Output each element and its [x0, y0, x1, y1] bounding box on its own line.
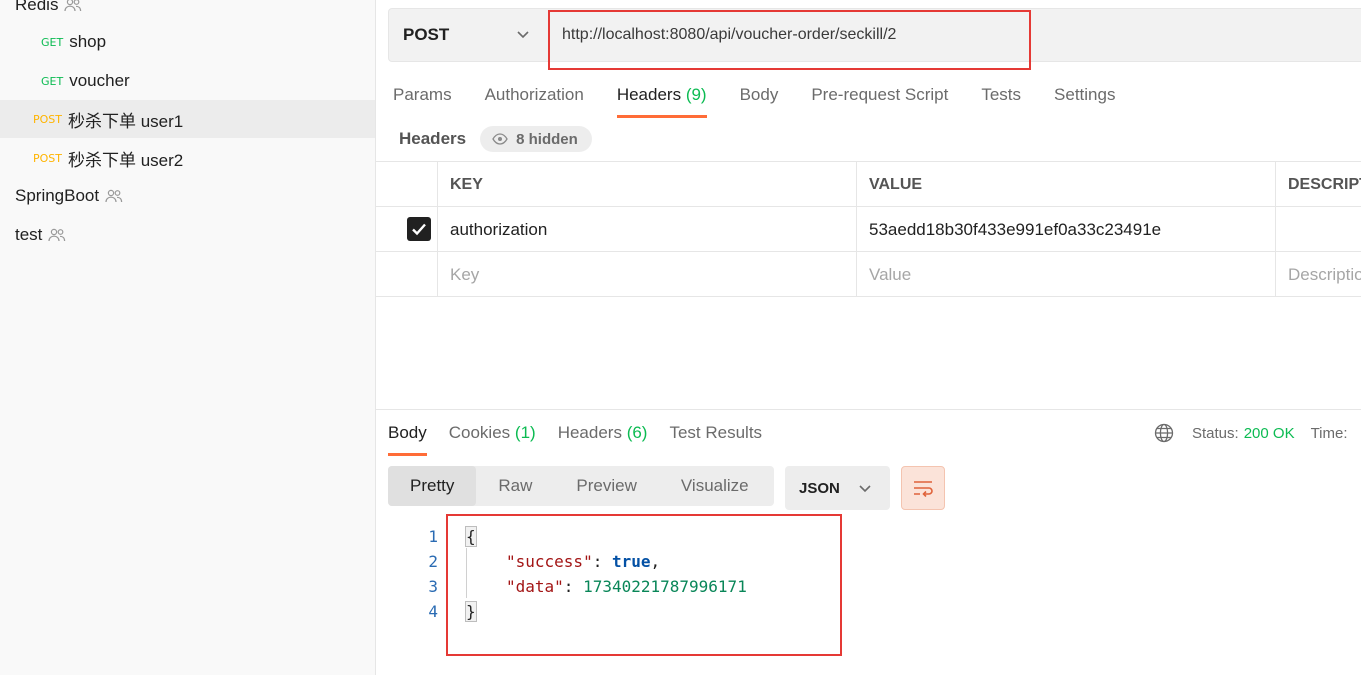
- sidebar-item-voucher[interactable]: GET voucher: [0, 62, 375, 100]
- sidebar-item-seckill-user1[interactable]: POST 秒杀下单 user1: [0, 100, 375, 138]
- team-icon: [48, 228, 66, 242]
- response-tab-cookies[interactable]: Cookies (1): [449, 422, 536, 456]
- description-cell[interactable]: [1275, 207, 1361, 252]
- tab-body[interactable]: Body: [740, 84, 779, 118]
- tab-params[interactable]: Params: [393, 84, 452, 118]
- key-cell[interactable]: authorization: [437, 207, 856, 252]
- status-label: Status:: [1192, 424, 1239, 442]
- tab-label: Pre-request Script: [811, 85, 949, 104]
- hidden-headers-toggle[interactable]: 8 hidden: [480, 126, 592, 152]
- method-badge: POST: [33, 112, 62, 126]
- tab-label: Settings: [1054, 85, 1116, 104]
- column-header-key: KEY: [437, 162, 856, 207]
- sidebar-item-label: voucher: [69, 71, 130, 90]
- line-number: 3: [428, 577, 438, 596]
- line-number: 4: [428, 602, 438, 621]
- wrap-lines-button[interactable]: [901, 466, 945, 510]
- tab-count-badge: (9): [685, 85, 707, 104]
- response-tab-test-results[interactable]: Test Results: [669, 422, 762, 456]
- time-label: Time:: [1310, 424, 1348, 442]
- tab-label: Headers: [557, 423, 622, 442]
- tab-headers[interactable]: Headers (9): [616, 84, 707, 118]
- method-select[interactable]: POST: [403, 9, 449, 61]
- view-preview-button[interactable]: Preview: [554, 466, 658, 506]
- line-number: 2: [428, 552, 438, 571]
- headers-toolbar: Headers 8 hidden: [399, 126, 592, 152]
- method-badge: GET: [41, 35, 64, 49]
- sidebar-collection-test[interactable]: test: [0, 216, 375, 254]
- sidebar-item-seckill-user2[interactable]: POST 秒杀下单 user2: [0, 139, 375, 177]
- method-badge: GET: [41, 74, 64, 88]
- tab-label: Cookies: [448, 423, 511, 442]
- request-tabs: Params Authorization Headers (9) Body Pr…: [393, 84, 1148, 118]
- sidebar-item-label: Redis: [15, 0, 59, 14]
- tab-count-badge: (6): [626, 423, 648, 442]
- tab-label: Body: [388, 423, 427, 442]
- response-divider[interactable]: [376, 409, 1361, 410]
- view-mode-group: Pretty Raw Preview Visualize: [388, 466, 774, 506]
- tab-label: Test Results: [669, 423, 763, 442]
- response-tab-headers[interactable]: Headers (6): [558, 422, 648, 456]
- view-visualize-button[interactable]: Visualize: [659, 466, 771, 506]
- tab-label: Params: [393, 85, 452, 104]
- sidebar-item-label: test: [15, 225, 43, 244]
- wrap-lines-icon: [914, 481, 933, 497]
- method-badge: POST: [33, 151, 62, 165]
- tab-settings[interactable]: Settings: [1054, 84, 1115, 118]
- tab-label: Headers: [616, 85, 682, 104]
- team-icon: [105, 189, 123, 203]
- tab-count-badge: (1): [514, 423, 536, 442]
- table-header-row: KEY VALUE DESCRIPT: [376, 162, 1361, 207]
- response-status: Status: 200 OK Time:: [1154, 422, 1348, 444]
- sidebar-collection-springboot[interactable]: SpringBoot: [0, 177, 375, 215]
- column-header-value: VALUE: [856, 162, 1275, 207]
- tab-label: Authorization: [484, 85, 584, 104]
- table-row-empty: Key Value Descriptio: [376, 252, 1361, 297]
- value-cell[interactable]: 53aedd18b30f433e991ef0a33c23491e: [856, 207, 1275, 252]
- highlight-box-url: [548, 10, 1031, 70]
- sidebar-item-shop[interactable]: GET shop: [0, 23, 375, 61]
- headers-title: Headers: [399, 129, 467, 148]
- format-label: JSON: [799, 479, 840, 497]
- row-checkbox[interactable]: [407, 217, 431, 241]
- view-pretty-button[interactable]: Pretty: [388, 466, 477, 506]
- description-input[interactable]: Descriptio: [1275, 252, 1361, 297]
- chevron-down-icon[interactable]: [516, 27, 530, 41]
- globe-icon[interactable]: [1154, 423, 1174, 443]
- tab-tests[interactable]: Tests: [981, 84, 1021, 118]
- hidden-count-label: 8 hidden: [516, 130, 578, 148]
- tab-label: Tests: [981, 85, 1022, 104]
- sidebar-item-label: SpringBoot: [15, 186, 100, 205]
- key-input[interactable]: Key: [437, 252, 856, 297]
- eye-icon: [492, 133, 508, 145]
- tab-authorization[interactable]: Authorization: [485, 84, 584, 118]
- table-row: authorization 53aedd18b30f433e991ef0a33c…: [376, 207, 1361, 252]
- checkmark-icon: [412, 223, 426, 236]
- value-input[interactable]: Value: [856, 252, 1275, 297]
- line-number: 1: [428, 527, 438, 546]
- team-icon: [64, 0, 82, 12]
- view-raw-button[interactable]: Raw: [476, 466, 554, 506]
- response-tab-body[interactable]: Body: [388, 422, 427, 456]
- tab-pre-request-script[interactable]: Pre-request Script: [811, 84, 948, 118]
- headers-table: KEY VALUE DESCRIPT authorization 53aedd1…: [376, 161, 1361, 297]
- chevron-down-icon: [859, 485, 871, 493]
- sidebar-item-label: shop: [69, 32, 107, 51]
- format-select[interactable]: JSON: [785, 466, 890, 510]
- sidebar-item-label: 秒杀下单 user2: [68, 150, 184, 170]
- column-header-description: DESCRIPT: [1275, 162, 1361, 207]
- status-value[interactable]: 200 OK: [1244, 425, 1295, 442]
- tab-label: Body: [739, 85, 779, 104]
- sidebar-item-label: 秒杀下单 user1: [68, 111, 184, 131]
- sidebar-collection-redis[interactable]: Redis: [0, 0, 375, 24]
- highlight-box-response: [446, 514, 842, 656]
- response-tabs: Body Cookies (1) Headers (6) Test Result…: [388, 422, 784, 456]
- sidebar: Redis GET shop GET voucher POST 秒杀下单 use…: [0, 0, 376, 675]
